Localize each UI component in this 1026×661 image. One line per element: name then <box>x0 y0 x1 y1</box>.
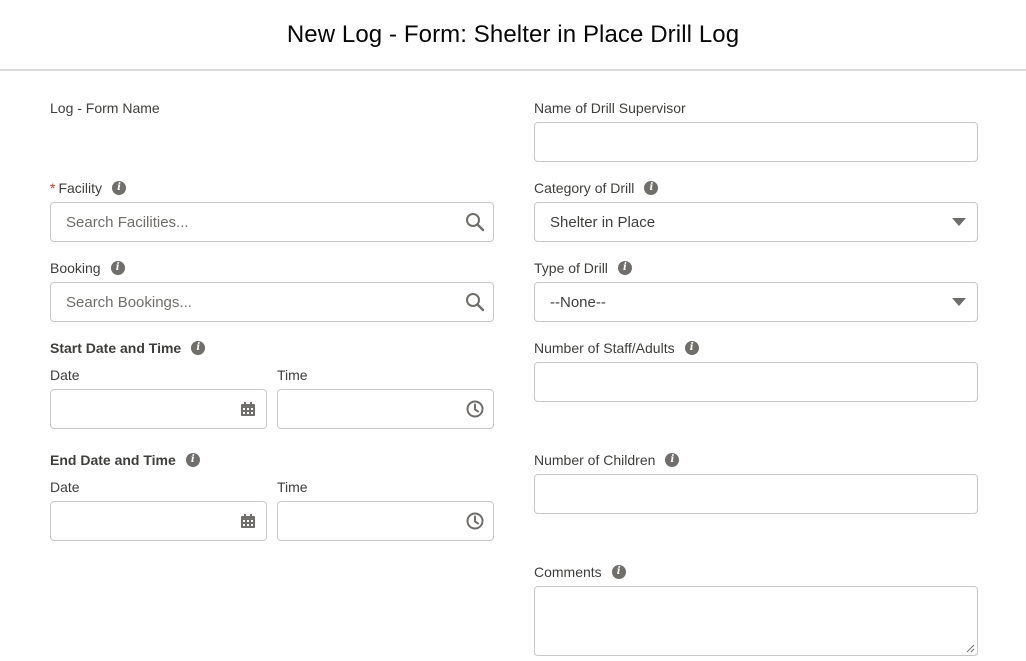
search-icon[interactable] <box>465 292 485 312</box>
start-date-input[interactable] <box>50 389 267 429</box>
end-date-input[interactable] <box>50 501 267 541</box>
resize-handle-icon[interactable] <box>966 644 975 653</box>
calendar-icon[interactable] <box>238 399 258 419</box>
info-icon[interactable]: i <box>684 341 699 355</box>
info-icon[interactable]: i <box>110 261 125 275</box>
start-time-input[interactable] <box>277 389 494 429</box>
drill-supervisor-input[interactable] <box>534 122 978 162</box>
staff-count-label: Number of Staff/Adults i <box>534 340 699 356</box>
category-select[interactable]: Shelter in Place <box>534 202 978 242</box>
drill-supervisor-label: Name of Drill Supervisor <box>534 100 686 116</box>
end-time-label: Time <box>277 479 308 495</box>
required-marker: * <box>50 180 56 196</box>
end-date-label: Date <box>50 479 80 495</box>
type-label: Type of Drill i <box>534 260 632 276</box>
start-time-label: Time <box>277 367 308 383</box>
booking-label: Booking i <box>50 260 125 276</box>
info-icon[interactable]: i <box>617 261 632 275</box>
staff-count-input[interactable] <box>534 362 978 402</box>
type-select[interactable]: --None-- <box>534 282 978 322</box>
end-date-time-label: End Date and Time i <box>50 452 200 468</box>
info-icon[interactable]: i <box>112 181 127 195</box>
start-date-time-label: Start Date and Time i <box>50 340 206 356</box>
info-icon[interactable]: i <box>185 453 200 467</box>
clock-icon[interactable] <box>465 511 485 531</box>
form-name-label: Log - Form Name <box>50 100 160 116</box>
clock-icon[interactable] <box>465 399 485 419</box>
info-icon[interactable]: i <box>644 181 659 195</box>
caret-down-icon[interactable] <box>949 292 969 312</box>
caret-down-icon[interactable] <box>949 212 969 232</box>
end-time-input[interactable] <box>277 501 494 541</box>
facility-search-input[interactable]: Search Facilities... <box>50 202 494 242</box>
page-title: New Log - Form: Shelter in Place Drill L… <box>286 20 740 48</box>
info-icon[interactable]: i <box>191 341 206 355</box>
info-icon[interactable]: i <box>611 565 626 579</box>
booking-search-input[interactable]: Search Bookings... <box>50 282 494 322</box>
children-count-label: Number of Children i <box>534 452 680 468</box>
comments-textarea[interactable] <box>534 586 978 656</box>
category-label: Category of Drill i <box>534 180 659 196</box>
start-date-label: Date <box>50 367 80 383</box>
children-count-input[interactable] <box>534 474 978 514</box>
calendar-icon[interactable] <box>238 511 258 531</box>
modal-header: New Log - Form: Shelter in Place Drill L… <box>0 0 1026 71</box>
comments-label: Comments i <box>534 564 626 580</box>
facility-label: * Facility i <box>50 180 127 196</box>
info-icon[interactable]: i <box>665 453 680 467</box>
search-icon[interactable] <box>465 212 485 232</box>
